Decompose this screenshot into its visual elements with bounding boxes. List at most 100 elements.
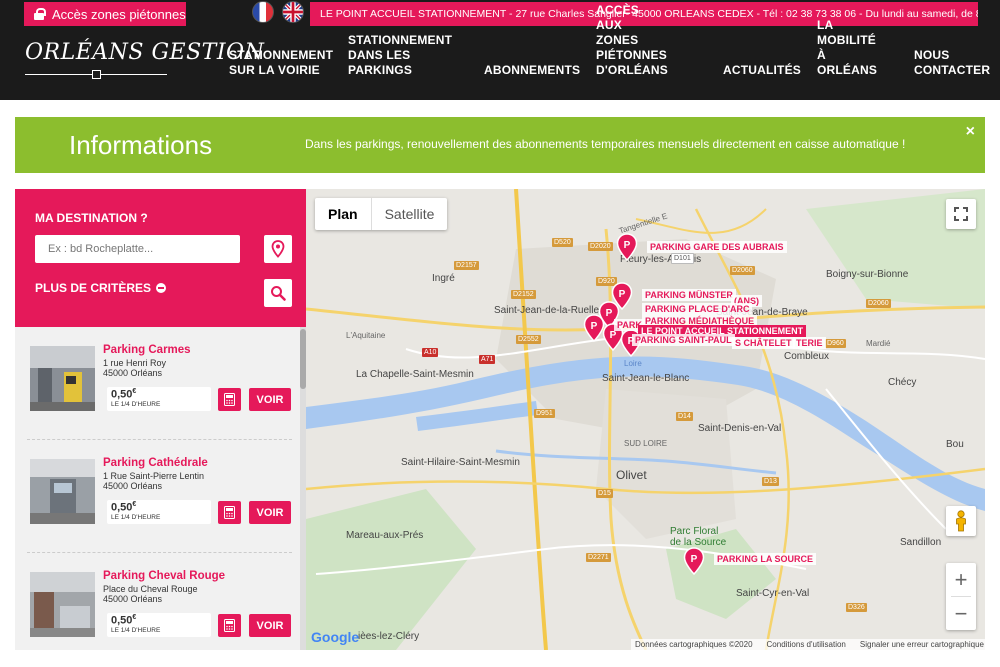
svg-text:P: P: [610, 330, 617, 341]
parking-map-label[interactable]: PARKING MÜNSTER: [642, 289, 736, 301]
fullscreen-button[interactable]: [946, 199, 976, 229]
nav-subscriptions[interactable]: ABONNEMENTS: [484, 36, 580, 92]
destination-label: MA DESTINATION ?: [35, 211, 148, 225]
svg-text:P: P: [591, 321, 598, 332]
nav-street-parking[interactable]: STATIONNEMENT SUR LA VOIRIE: [229, 36, 333, 92]
tab-plan[interactable]: Plan: [315, 198, 372, 230]
parking-card: Parking Carmes 1 rue Henri Roy 45000 Orl…: [15, 327, 300, 440]
map-place-label: Saint-Cyr-en-Val: [736, 588, 810, 599]
parking-map-label[interactable]: PARKING GARE DES AUBRAIS: [647, 241, 787, 253]
map-place-label: Parc Floral de la Source: [670, 526, 727, 548]
location-pin-icon: [271, 240, 285, 258]
road-shield: D13: [762, 477, 779, 486]
site-header: Accès zones piétonnes LE POINT ACCUEIL S…: [0, 0, 1000, 100]
nav-mobility[interactable]: LA MOBILITÉ À ORLÉANS: [817, 18, 877, 92]
road-shield: D2060: [866, 299, 891, 308]
pegman-icon: [956, 510, 966, 532]
nav-car-parks[interactable]: STATIONNEMENT DANS LES PARKINGS: [348, 33, 452, 92]
svg-text:P: P: [624, 240, 631, 251]
report-error-link[interactable]: Signaler une erreur cartographique: [860, 640, 984, 649]
zoom-controls: + −: [946, 563, 976, 630]
page: Accès zones piétonnes LE POINT ACCUEIL S…: [0, 0, 1000, 667]
parking-card: Parking Cathédrale 1 Rue Saint-Pierre Le…: [15, 440, 300, 553]
map-place-label: Bou: [946, 439, 964, 450]
road-shield: D2271: [586, 553, 611, 562]
map-view[interactable]: Fleury-les-Aubrais Ingré Saint-Jean-de-l…: [306, 189, 985, 650]
map-place-label: Loire: [624, 359, 642, 368]
parking-pin-icon[interactable]: P: [616, 233, 638, 261]
logo-box-mark: [92, 70, 101, 79]
terms-of-use-link[interactable]: Conditions d'utilisation: [767, 640, 846, 649]
calculator-icon: [224, 506, 235, 519]
view-parking-button[interactable]: VOIR: [249, 501, 291, 524]
map-place-label: Saint-Denis-en-Val: [698, 423, 782, 434]
road-shield: D951: [534, 409, 555, 418]
road-shield: D101: [671, 253, 694, 264]
parking-list[interactable]: Parking Carmes 1 rue Henri Roy 45000 Orl…: [15, 327, 306, 650]
zoom-in-button[interactable]: +: [946, 563, 976, 596]
uk-flag-icon[interactable]: [282, 1, 304, 23]
road-shield: D520: [552, 238, 573, 247]
map-data-credit: Données cartographiques ©2020: [635, 640, 753, 649]
french-flag-icon[interactable]: [252, 1, 274, 23]
price-value: 0,50€: [111, 501, 137, 514]
parking-address: Place du Cheval Rouge 45000 Orléans: [103, 584, 198, 604]
more-criteria-toggle[interactable]: PLUS DE CRITÈRES: [35, 281, 167, 295]
destination-input[interactable]: [35, 235, 240, 263]
parking-pin-icon[interactable]: P: [683, 547, 705, 575]
parking-address: 1 rue Henri Roy 45000 Orléans: [103, 358, 167, 378]
lock-icon: [34, 8, 46, 20]
price-unit: LE 1/4 D'HEURE: [111, 514, 161, 521]
price-unit: LE 1/4 D'HEURE: [111, 401, 161, 408]
info-banner: Informations Dans les parkings, renouvel…: [15, 117, 985, 173]
logo-text: ORLÉANS GESTION: [25, 40, 265, 65]
road-shield: D960: [825, 339, 846, 348]
parking-name[interactable]: Parking Cathédrale: [103, 457, 208, 469]
google-logo[interactable]: Google: [311, 629, 359, 645]
view-parking-button[interactable]: VOIR: [249, 614, 291, 637]
street-view-pegman[interactable]: [946, 506, 976, 536]
map-type-tabs: Plan Satellite: [315, 198, 448, 230]
destination-search-panel: MA DESTINATION ? PLUS DE CRITÈRES: [15, 189, 306, 327]
site-logo[interactable]: ORLÉANS GESTION: [25, 40, 265, 80]
pedestrian-access-label: Accès zones piétonnes: [52, 6, 186, 22]
map-place-label: Boigny-sur-Bionne: [826, 269, 909, 280]
tab-satellite[interactable]: Satellite: [372, 198, 448, 230]
nav-pedestrian-zones[interactable]: ACCÈS AUX ZONES PIÉTONNES D'ORLÉANS: [596, 3, 668, 92]
parking-name[interactable]: Parking Cheval Rouge: [103, 570, 225, 582]
parking-map-label[interactable]: S CHÂTELET: [732, 337, 795, 349]
parking-card: Parking Cheval Rouge Place du Cheval Rou…: [15, 553, 300, 650]
map-place-label: Chécy: [888, 377, 917, 388]
price-box: 0,50€ LE 1/4 D'HEURE: [107, 613, 211, 637]
parking-map-label[interactable]: PARKING PLACE D'ARC: [642, 303, 753, 315]
view-parking-button[interactable]: VOIR: [249, 388, 291, 411]
map-place-label: La Chapelle-Saint-Mesmin: [356, 369, 474, 380]
pedestrian-access-link[interactable]: Accès zones piétonnes: [24, 2, 186, 26]
parking-address: 1 Rue Saint-Pierre Lentin 45000 Orléans: [103, 471, 205, 491]
nav-news[interactable]: ACTUALITÉS: [723, 36, 801, 92]
parking-map-label[interactable]: PARKING LA SOURCE: [714, 553, 817, 565]
road-shield: D2157: [454, 261, 479, 270]
fullscreen-icon: [954, 207, 968, 221]
svg-text:P: P: [619, 289, 626, 300]
map-attribution: Données cartographiques ©2020 Conditions…: [631, 639, 985, 650]
price-box: 0,50€ LE 1/4 D'HEURE: [107, 387, 211, 411]
parking-name[interactable]: Parking Carmes: [103, 344, 191, 356]
parking-map-label[interactable]: PARKING SAINT-PAUL: [632, 334, 735, 346]
parking-map-label[interactable]: TERIE: [793, 337, 826, 349]
map-place-label: L'Aquitaine: [346, 331, 386, 340]
search-button[interactable]: [264, 279, 292, 307]
map-place-label: Mardié: [866, 339, 891, 348]
calculator-button[interactable]: [218, 388, 241, 411]
calculator-button[interactable]: [218, 501, 241, 524]
road-shield: A10: [422, 348, 439, 357]
zoom-out-button[interactable]: −: [946, 597, 976, 630]
price-unit: LE 1/4 D'HEURE: [111, 627, 161, 634]
more-criteria-label: PLUS DE CRITÈRES: [35, 281, 152, 295]
road-shield: D2020: [588, 242, 613, 251]
nav-contact[interactable]: NOUS CONTACTER: [914, 36, 990, 92]
banner-close-button[interactable]: ×: [966, 123, 975, 141]
locate-button[interactable]: [264, 235, 292, 263]
price-value: 0,50€: [111, 614, 137, 627]
calculator-button[interactable]: [218, 614, 241, 637]
